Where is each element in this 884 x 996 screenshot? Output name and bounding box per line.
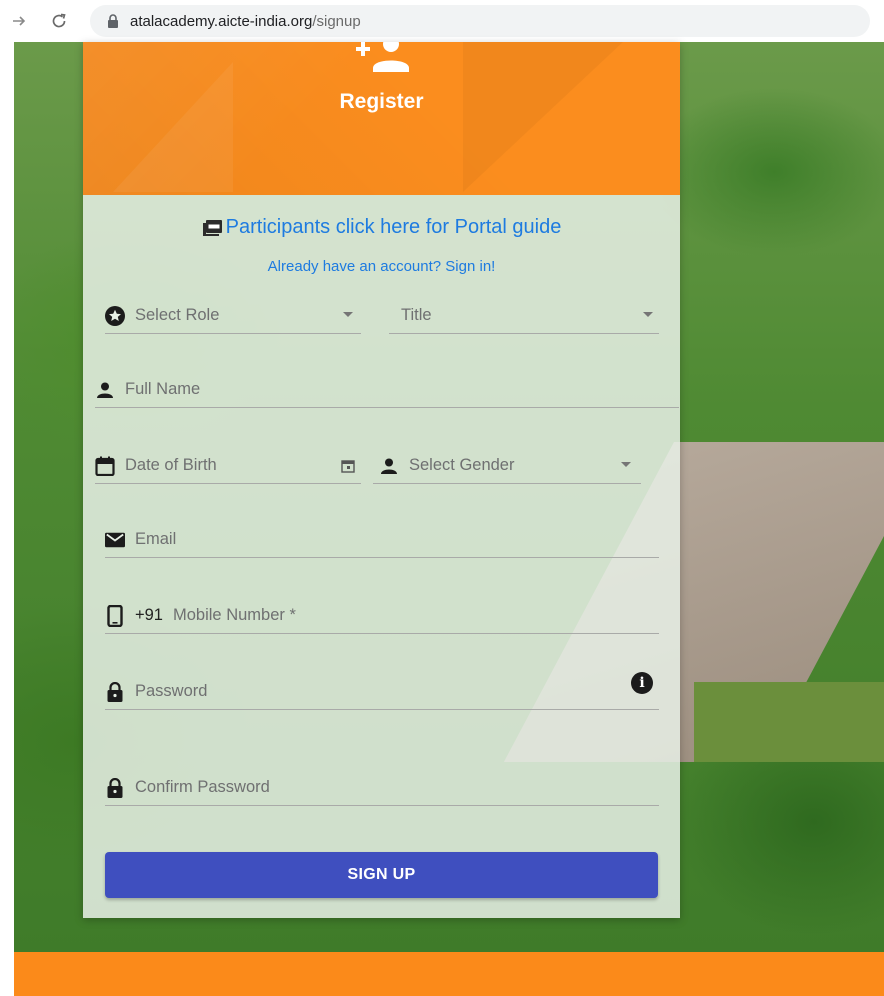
background-lawn	[694, 682, 884, 762]
address-bar[interactable]: atalacademy.aicte-india.org/signup	[90, 5, 870, 37]
phone-icon	[105, 604, 125, 627]
sign-up-button[interactable]: SIGN UP	[105, 852, 658, 898]
title-dropdown[interactable]: Title	[389, 298, 659, 334]
confirm-password-placeholder: Confirm Password	[135, 778, 270, 796]
register-card: Register Participants click here for Por…	[83, 42, 680, 918]
forward-arrow-icon[interactable]	[6, 8, 32, 34]
padlock-icon	[105, 777, 125, 798]
portal-guide-text: Participants click here for Portal guide	[225, 216, 562, 238]
full-name-input[interactable]: Full Name	[95, 372, 679, 408]
star-circle-icon	[105, 305, 125, 326]
country-code-prefix: +91	[135, 606, 163, 624]
email-placeholder: Email	[135, 530, 177, 548]
url-path: /signup	[312, 12, 361, 30]
date-picker-icon[interactable]	[341, 459, 355, 473]
card-header: Register	[83, 42, 680, 195]
footer-band	[14, 952, 884, 996]
info-icon[interactable]: i	[631, 672, 653, 694]
chevron-down-icon	[643, 312, 653, 317]
select-gender-placeholder: Select Gender	[409, 456, 515, 474]
select-gender-dropdown[interactable]: Select Gender	[373, 448, 641, 484]
chevron-down-icon	[621, 462, 631, 467]
browser-toolbar: atalacademy.aicte-india.org/signup	[0, 0, 884, 42]
select-role-dropdown[interactable]: Select Role	[105, 298, 361, 334]
url-host: atalacademy.aicte-india.org	[130, 12, 313, 30]
mobile-number-placeholder: Mobile Number *	[173, 606, 296, 624]
email-input[interactable]: Email	[105, 522, 659, 558]
person-icon	[379, 456, 399, 476]
person-icon	[95, 380, 115, 400]
calendar-icon	[95, 456, 115, 476]
confirm-password-input[interactable]: Confirm Password	[105, 770, 659, 806]
header-facet	[463, 42, 623, 192]
title-placeholder: Title	[401, 306, 432, 324]
signin-link[interactable]: Already have an account? Sign in!	[83, 258, 680, 275]
chevron-down-icon	[343, 312, 353, 317]
portal-guide-link[interactable]: Participants click here for Portal guide	[83, 216, 680, 239]
header-facet	[113, 62, 233, 192]
reload-icon[interactable]	[46, 8, 72, 34]
full-name-placeholder: Full Name	[125, 380, 201, 398]
select-role-placeholder: Select Role	[135, 306, 220, 324]
date-of-birth-input[interactable]: Date of Birth	[95, 448, 361, 484]
password-input[interactable]: Password	[105, 674, 659, 710]
lock-icon	[106, 13, 120, 29]
card-title: Register	[339, 90, 424, 113]
envelope-icon	[105, 530, 125, 550]
user-add-icon	[345, 42, 415, 74]
pdf-icon	[202, 219, 224, 237]
mobile-number-input[interactable]: +91 Mobile Number *	[105, 598, 659, 634]
date-of-birth-placeholder: Date of Birth	[125, 456, 217, 474]
padlock-icon	[105, 681, 125, 702]
password-placeholder: Password	[135, 682, 208, 700]
